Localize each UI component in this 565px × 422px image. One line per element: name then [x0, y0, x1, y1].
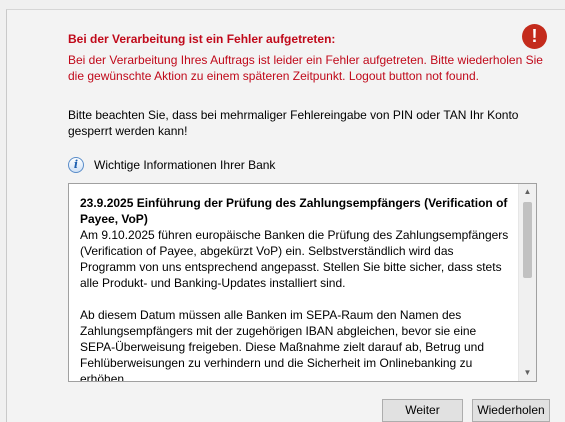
bank-info-label: Wichtige Informationen Ihrer Bank	[94, 158, 276, 172]
bank-info-textbox[interactable]: 23.9.2025 Einführung der Prüfung des Zah…	[68, 183, 537, 382]
wiederholen-button[interactable]: Wiederholen	[472, 399, 550, 422]
pin-tan-warning: Bitte beachten Sie, dass bei mehrmaliger…	[68, 108, 519, 138]
bank-info-paragraph-1: Am 9.10.2025 führen europäische Banken d…	[80, 228, 509, 290]
bank-info-heading: 23.9.2025 Einführung der Prüfung des Zah…	[80, 196, 508, 226]
scroll-down-arrow-icon[interactable]: ▼	[519, 365, 536, 381]
error-title: Bei der Verarbeitung ist ein Fehler aufg…	[68, 32, 336, 46]
bank-info-paragraph-2: Ab diesem Datum müssen alle Banken im SE…	[80, 308, 484, 382]
vertical-scrollbar[interactable]: ▲ ▼	[518, 184, 536, 381]
scroll-thumb[interactable]	[523, 202, 532, 278]
error-icon: !	[522, 24, 547, 49]
scroll-up-arrow-icon[interactable]: ▲	[519, 184, 536, 200]
error-message: Bei der Verarbeitung Ihres Auftrags ist …	[68, 53, 543, 83]
info-icon: i	[68, 157, 84, 173]
weiter-button[interactable]: Weiter	[382, 399, 463, 422]
bank-info-content: 23.9.2025 Einführung der Prüfung des Zah…	[80, 195, 510, 382]
